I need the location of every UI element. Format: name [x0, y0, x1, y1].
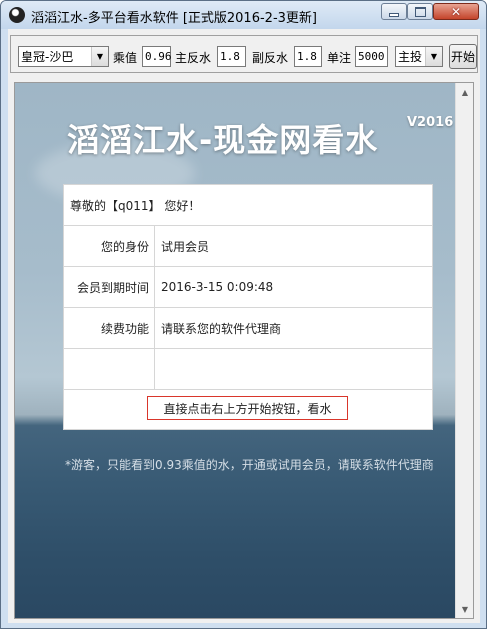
scroll-up-icon[interactable]: ▲ — [457, 84, 473, 100]
app-window: 滔滔江水-多平台看水软件 [正式版2016-2-3更新] ✕ 皇冠-沙巴 ▼ 乘… — [0, 0, 487, 629]
multiplier-label: 乘值 — [113, 51, 138, 65]
chevron-down-icon[interactable]: ▼ — [91, 47, 108, 66]
bet-mode-select-value: 主投 — [398, 50, 423, 64]
multiplier-input[interactable]: 0.96 — [142, 46, 172, 67]
greeting-row: 尊敬的【q011】 您好！ — [64, 185, 432, 226]
table-row: 您的身份 试用会员 — [64, 226, 432, 267]
start-button[interactable]: 开始 — [449, 44, 477, 69]
platform-select-value: 皇冠-沙巴 — [21, 50, 74, 64]
info-panel: 滔滔江水-现金网看水 V2016 尊敬的【q011】 您好！ 您的身份 试用会员… — [14, 82, 474, 619]
close-icon: ✕ — [450, 4, 462, 19]
sub-rebate-label: 副反水 — [252, 51, 289, 65]
greeting-text: 尊敬的【q011】 您好！ — [70, 198, 201, 213]
table-row: 续费功能 请联系您的软件代理商 — [64, 308, 432, 349]
title-bar[interactable]: 滔滔江水-多平台看水软件 [正式版2016-2-3更新] ✕ — [1, 1, 486, 29]
chevron-down-icon[interactable]: ▼ — [425, 47, 442, 66]
window-title: 滔滔江水-多平台看水软件 [正式版2016-2-3更新] — [31, 11, 317, 26]
settings-toolbar: 皇冠-沙巴 ▼ 乘值 0.96 主反水 1.8 副反水 1.8 单注 5000 … — [10, 35, 478, 73]
scroll-down-icon[interactable]: ▼ — [457, 601, 473, 617]
app-logo-icon — [9, 7, 25, 23]
empty-label — [64, 349, 155, 389]
single-bet-label: 单注 — [327, 51, 352, 65]
table-row — [64, 349, 432, 390]
guest-notice: *游客，只能看到0.93乘值的水，开通或试用会员，请联系软件代理商 — [65, 458, 434, 472]
version-badge: V2016 — [407, 115, 454, 130]
sub-rebate-input[interactable]: 1.8 — [294, 46, 322, 67]
single-bet-input[interactable]: 5000 — [355, 46, 388, 67]
identity-value: 试用会员 — [161, 239, 210, 254]
expiry-value: 2016-3-15 0:09:48 — [161, 280, 274, 294]
member-info-card: 尊敬的【q011】 您好！ 您的身份 试用会员 会员到期时间 2016-3-15… — [63, 184, 433, 430]
renewal-value: 请联系您的软件代理商 — [161, 321, 282, 336]
main-rebate-input[interactable]: 1.8 — [217, 46, 246, 67]
bet-mode-select[interactable]: 主投 ▼ — [395, 46, 443, 67]
maximize-icon — [414, 6, 426, 17]
close-button[interactable]: ✕ — [433, 3, 479, 20]
minimize-icon — [390, 14, 398, 16]
client-area: 皇冠-沙巴 ▼ 乘值 0.96 主反水 1.8 副反水 1.8 单注 5000 … — [8, 29, 480, 623]
page-title: 滔滔江水-现金网看水 — [67, 121, 379, 159]
vertical-scrollbar[interactable]: ▲ ▼ — [455, 83, 473, 618]
renewal-label: 续费功能 — [64, 308, 155, 348]
main-rebate-label: 主反水 — [175, 51, 212, 65]
maximize-button[interactable] — [407, 3, 433, 20]
expiry-label: 会员到期时间 — [64, 267, 155, 307]
platform-select[interactable]: 皇冠-沙巴 ▼ — [18, 46, 109, 67]
table-row: 会员到期时间 2016-3-15 0:09:48 — [64, 267, 432, 308]
minimize-button[interactable] — [381, 3, 407, 20]
start-instruction-link[interactable]: 直接点击右上方开始按钮，看水 — [147, 396, 348, 420]
identity-label: 您的身份 — [64, 226, 155, 266]
